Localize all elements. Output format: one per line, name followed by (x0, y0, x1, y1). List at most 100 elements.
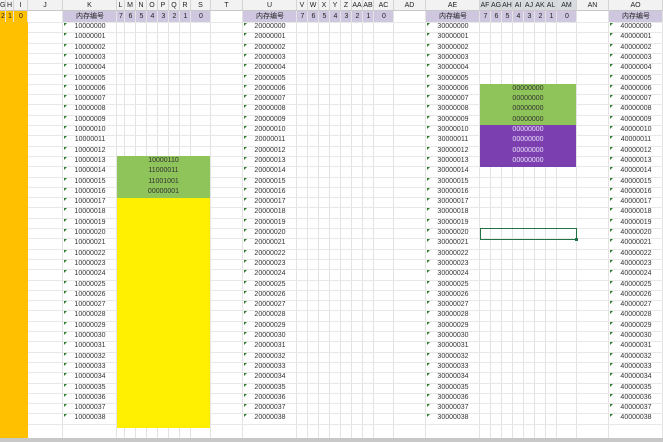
bit-value-cell-k[interactable]: 00000001 (117, 187, 210, 198)
column-header-v[interactable]: V (297, 0, 308, 11)
memory-id-cell[interactable]: 20000024 (243, 269, 297, 280)
memory-id-cell[interactable]: 20000018 (243, 207, 297, 218)
memory-id-cell[interactable]: 20000031 (243, 341, 297, 352)
memory-id-cell[interactable]: 10000031 (63, 341, 117, 352)
column-header-ab[interactable]: AB (363, 0, 374, 11)
column-header-q[interactable]: Q (169, 0, 180, 11)
column-header-ao[interactable]: AO (609, 0, 663, 11)
horizontal-scrollbar[interactable] (0, 438, 663, 442)
column-header-r[interactable]: R (180, 0, 191, 11)
memory-id-cell[interactable]: 10000021 (63, 238, 117, 249)
column-header-x[interactable]: X (319, 0, 330, 11)
memory-id-cell[interactable]: 30000004 (426, 63, 480, 74)
text-number-indicator (610, 291, 613, 294)
text-number-indicator (64, 219, 67, 222)
memory-id-cell[interactable]: 10000018 (63, 207, 117, 218)
column-header-o[interactable]: O (147, 0, 158, 11)
memory-id-cell[interactable]: 40000034 (609, 372, 663, 383)
selected-cell-outline[interactable] (480, 228, 577, 240)
memory-id-cell[interactable]: 30000034 (426, 372, 480, 383)
column-header-ai[interactable]: AI (513, 0, 524, 11)
memory-id-cell[interactable]: 40000004 (609, 63, 663, 74)
memory-id-cell[interactable]: 40000011 (609, 135, 663, 146)
memory-id-cell[interactable]: 10000001 (63, 32, 117, 43)
column-header-l[interactable]: L (117, 0, 125, 11)
column-header-t[interactable]: T (211, 0, 243, 11)
memory-id-cell[interactable]: 30000038 (426, 413, 480, 424)
memory-id-cell[interactable]: 10000014 (63, 166, 117, 177)
memory-id-cell[interactable]: 30000014 (426, 166, 480, 177)
memory-id-cell[interactable]: 10000008 (63, 104, 117, 115)
memory-id-cell[interactable]: 40000018 (609, 207, 663, 218)
memory-id-cell[interactable]: 40000008 (609, 104, 663, 115)
column-header-ad[interactable]: AD (394, 0, 426, 11)
spreadsheet-grid[interactable]: G H I J K L M N O P Q R S T U V W X Y Z AA AB AC AD AE AF AG AH AI AJ… (0, 0, 663, 442)
memory-id-cell[interactable]: 10000011 (63, 135, 117, 146)
column-header-n[interactable]: N (136, 0, 147, 11)
bit-value-cell-ae[interactable]: 00000000 (480, 104, 576, 115)
column-header-ag[interactable]: AG (491, 0, 502, 11)
column-header-am[interactable]: AM (557, 0, 577, 11)
memory-id-cell[interactable]: 10000034 (63, 372, 117, 383)
column-header-an[interactable]: AN (577, 0, 609, 11)
text-number-indicator (64, 363, 67, 366)
column-header-ae[interactable]: AE (426, 0, 480, 11)
text-number-indicator (610, 281, 613, 284)
bit-value-cell-ae[interactable]: 00000000 (480, 135, 576, 146)
text-number-indicator (610, 188, 613, 191)
memory-id-cell[interactable]: 10000024 (63, 269, 117, 280)
memory-id-cell[interactable]: 10000004 (63, 63, 117, 74)
bit-label-1000-7: 0 (191, 11, 211, 22)
column-header-ac[interactable]: AC (374, 0, 394, 11)
memory-id-cell[interactable]: 30000028 (426, 310, 480, 321)
memory-id-cell[interactable]: 40000001 (609, 32, 663, 43)
memory-id-cell[interactable]: 20000004 (243, 63, 297, 74)
column-header-i[interactable]: I (14, 0, 28, 11)
memory-id-cell[interactable]: 30000018 (426, 207, 480, 218)
memory-id-cell[interactable]: 40000038 (609, 413, 663, 424)
column-header-s[interactable]: S (191, 0, 211, 11)
memory-id-cell[interactable]: 40000031 (609, 341, 663, 352)
column-header-al[interactable]: AL (546, 0, 557, 11)
memory-id-cell[interactable]: 30000001 (426, 32, 480, 43)
fill-handle[interactable] (575, 238, 578, 241)
memory-id-cell[interactable]: 30000021 (426, 238, 480, 249)
memory-id-cell[interactable]: 30000011 (426, 135, 480, 146)
column-header-ah[interactable]: AH (502, 0, 513, 11)
column-header-aj[interactable]: AJ (524, 0, 535, 11)
column-header-aa[interactable]: AA (352, 0, 363, 11)
column-header-y[interactable]: Y (330, 0, 341, 11)
memory-id-cell[interactable]: 20000038 (243, 413, 297, 424)
memory-id-cell[interactable]: 20000001 (243, 32, 297, 43)
column-header-j[interactable]: J (28, 0, 63, 11)
column-header-m[interactable]: M (125, 0, 136, 11)
bit-value-cell-k[interactable]: 11000011 (117, 166, 210, 177)
memory-id-cell[interactable]: 10000038 (63, 413, 117, 424)
column-header-af[interactable]: AF (480, 0, 491, 11)
column-header-w[interactable]: W (308, 0, 319, 11)
memory-id-cell[interactable]: 20000028 (243, 310, 297, 321)
column-header-u[interactable]: U (243, 0, 297, 11)
memory-id-cell[interactable]: 30000031 (426, 341, 480, 352)
memory-id-cell[interactable]: 40000024 (609, 269, 663, 280)
column-header-h[interactable]: H (6, 0, 14, 11)
column-header-k[interactable]: K (63, 0, 117, 11)
memory-id-cell[interactable]: 20000011 (243, 135, 297, 146)
memory-id-cell[interactable]: 10000028 (63, 310, 117, 321)
memory-id-cell[interactable]: 20000008 (243, 104, 297, 115)
memory-id-cell[interactable]: 40000021 (609, 238, 663, 249)
memory-id-cell[interactable]: 40000028 (609, 310, 663, 321)
column-header-ak[interactable]: AK (535, 0, 546, 11)
text-number-indicator (64, 301, 67, 304)
memory-id-cell[interactable]: 40000014 (609, 166, 663, 177)
text-number-indicator (427, 311, 430, 314)
column-header-z[interactable]: Z (341, 0, 352, 11)
memory-id-cell[interactable]: 30000008 (426, 104, 480, 115)
memory-id-cell[interactable]: 20000014 (243, 166, 297, 177)
text-number-indicator (427, 178, 430, 181)
memory-id-cell[interactable]: 20000021 (243, 238, 297, 249)
memory-id-cell[interactable]: 20000034 (243, 372, 297, 383)
bit-value-cell-ae[interactable]: 00000000 (480, 156, 576, 167)
column-header-p[interactable]: P (158, 0, 169, 11)
memory-id-cell[interactable]: 30000024 (426, 269, 480, 280)
